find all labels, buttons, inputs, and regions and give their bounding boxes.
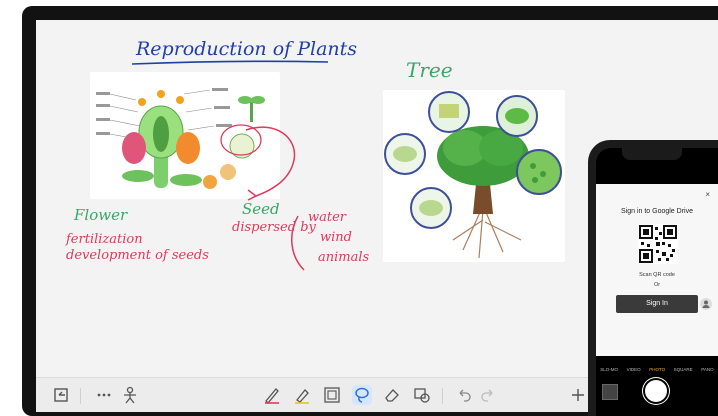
pen-icon[interactable] [262, 385, 282, 405]
camera-mode-square[interactable]: SQUARE [674, 367, 693, 372]
redo-icon[interactable] [478, 385, 498, 405]
phone-notch [622, 148, 682, 160]
scan-qr-text: Scan QR code [639, 272, 675, 278]
gallery-thumbnail[interactable] [602, 384, 618, 400]
lasso-icon[interactable] [352, 385, 372, 405]
eraser-icon[interactable] [382, 385, 402, 405]
shapes-icon[interactable] [412, 385, 432, 405]
more-icon[interactable] [94, 385, 114, 405]
add-icon[interactable] [568, 385, 588, 405]
close-icon[interactable]: × [705, 190, 710, 199]
or-text: Or [653, 282, 661, 288]
shutter-button[interactable] [645, 380, 667, 402]
google-drive-signin-sheet: × Sign in to Google Drive Scan QR code O… [596, 184, 718, 356]
qr-code [638, 224, 678, 264]
camera-mode-video[interactable]: VIDEO [627, 367, 641, 372]
phone-device: × Sign in to Google Drive Scan QR code O… [588, 140, 718, 416]
undo-icon[interactable] [454, 385, 474, 405]
camera-mode-slomo[interactable]: SLO-MO [600, 367, 618, 372]
camera-mode-pano[interactable]: PANO [701, 367, 713, 372]
person-icon[interactable] [700, 298, 712, 310]
undo-panel-icon[interactable] [52, 385, 72, 405]
grid-icon[interactable] [322, 385, 342, 405]
phone-screen: × Sign in to Google Drive Scan QR code O… [596, 148, 718, 416]
toolbar-separator [80, 388, 81, 404]
camera-mode-selector[interactable]: SLO-MO VIDEO PHOTO SQUARE PANO [596, 367, 718, 372]
person-icon[interactable] [120, 385, 140, 405]
highlighter-icon[interactable] [292, 385, 312, 405]
toolbar-separator [442, 388, 443, 404]
sign-in-button[interactable]: Sign In [616, 295, 698, 313]
camera-mode-photo[interactable]: PHOTO [649, 367, 665, 372]
signin-title: Sign in to Google Drive [621, 208, 693, 215]
